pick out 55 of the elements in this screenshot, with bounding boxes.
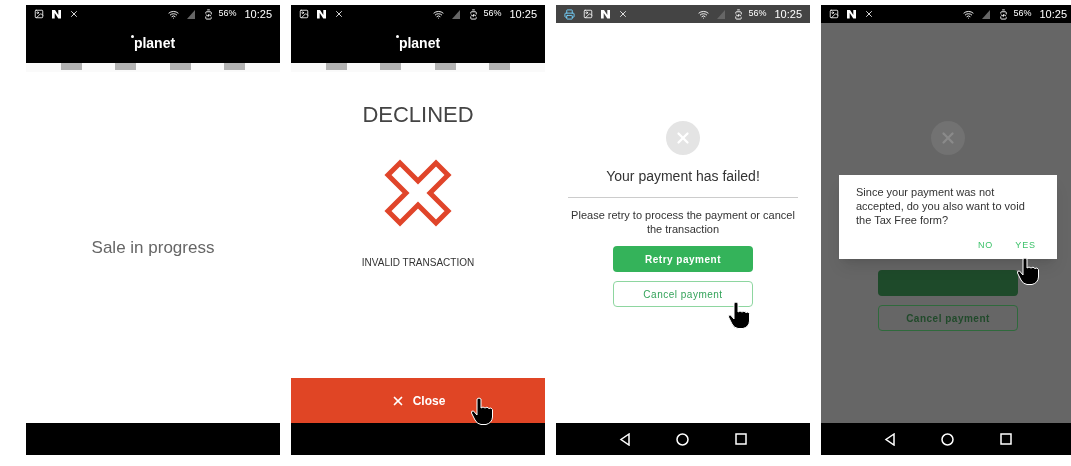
recents-icon [735, 433, 748, 445]
wifi-icon [963, 8, 975, 20]
n-icon [601, 9, 610, 19]
image-icon [299, 9, 309, 19]
battery-percent: 56% [748, 7, 767, 21]
image-icon [829, 9, 839, 19]
tab-indicator [325, 63, 347, 70]
battery-percent: 56% [218, 7, 237, 21]
image-icon [583, 9, 593, 19]
signal-icon [717, 9, 726, 19]
signal-icon [452, 9, 461, 19]
tap-cursor-icon [728, 301, 750, 329]
home-icon [676, 432, 690, 446]
dialog-message: Since your payment was not accepted, do you also want to void the Tax Free form? [856, 185, 1026, 227]
printer-icon [564, 8, 575, 20]
tab-indicator [489, 63, 511, 70]
logo: planet [130, 32, 176, 54]
back-icon [618, 432, 631, 446]
declined-title: DECLINED [362, 101, 474, 129]
n-icon [52, 9, 61, 19]
tap-cursor-icon [471, 397, 493, 425]
tab-indicator [115, 63, 137, 70]
failed-message: Please retry to process the payment or cancel the transaction [570, 208, 796, 236]
tab-indicator [60, 63, 82, 70]
n-icon [847, 9, 856, 19]
tab-indicator [169, 63, 191, 70]
wifi-icon [698, 8, 710, 20]
logo: planet [395, 32, 441, 54]
tab-indicator [224, 63, 246, 70]
dialog-button[interactable]: YES [1015, 239, 1036, 253]
wifi-icon [433, 8, 445, 20]
recents-icon [1000, 433, 1013, 445]
home-icon [941, 432, 955, 446]
wifi-icon [168, 8, 180, 20]
declined-cross-icon [384, 159, 452, 227]
dialog-button[interactable]: NO [977, 239, 994, 253]
image-icon [34, 9, 44, 19]
battery-percent: 56% [1013, 7, 1032, 21]
tab-indicator [380, 63, 402, 70]
close-button[interactable]: Close [291, 378, 545, 423]
retry-payment-button[interactable]: Retry payment [613, 246, 753, 272]
battery-percent: 56% [483, 7, 502, 21]
clock: 10:25 [1039, 6, 1067, 22]
clock: 10:25 [774, 6, 802, 22]
n-icon [317, 9, 326, 19]
tab-indicator [434, 63, 456, 70]
clock: 10:25 [244, 6, 272, 22]
status-message: Sale in progress [91, 236, 215, 259]
cancel-payment-button[interactable]: Cancel payment [613, 281, 753, 307]
clock: 10:25 [509, 6, 537, 22]
back-icon [883, 432, 896, 446]
decline-reason: INVALID TRANSACTION [361, 256, 475, 270]
signal-icon [982, 9, 991, 19]
signal-icon [187, 9, 196, 19]
failed-title: Your payment has failed! [606, 167, 760, 186]
